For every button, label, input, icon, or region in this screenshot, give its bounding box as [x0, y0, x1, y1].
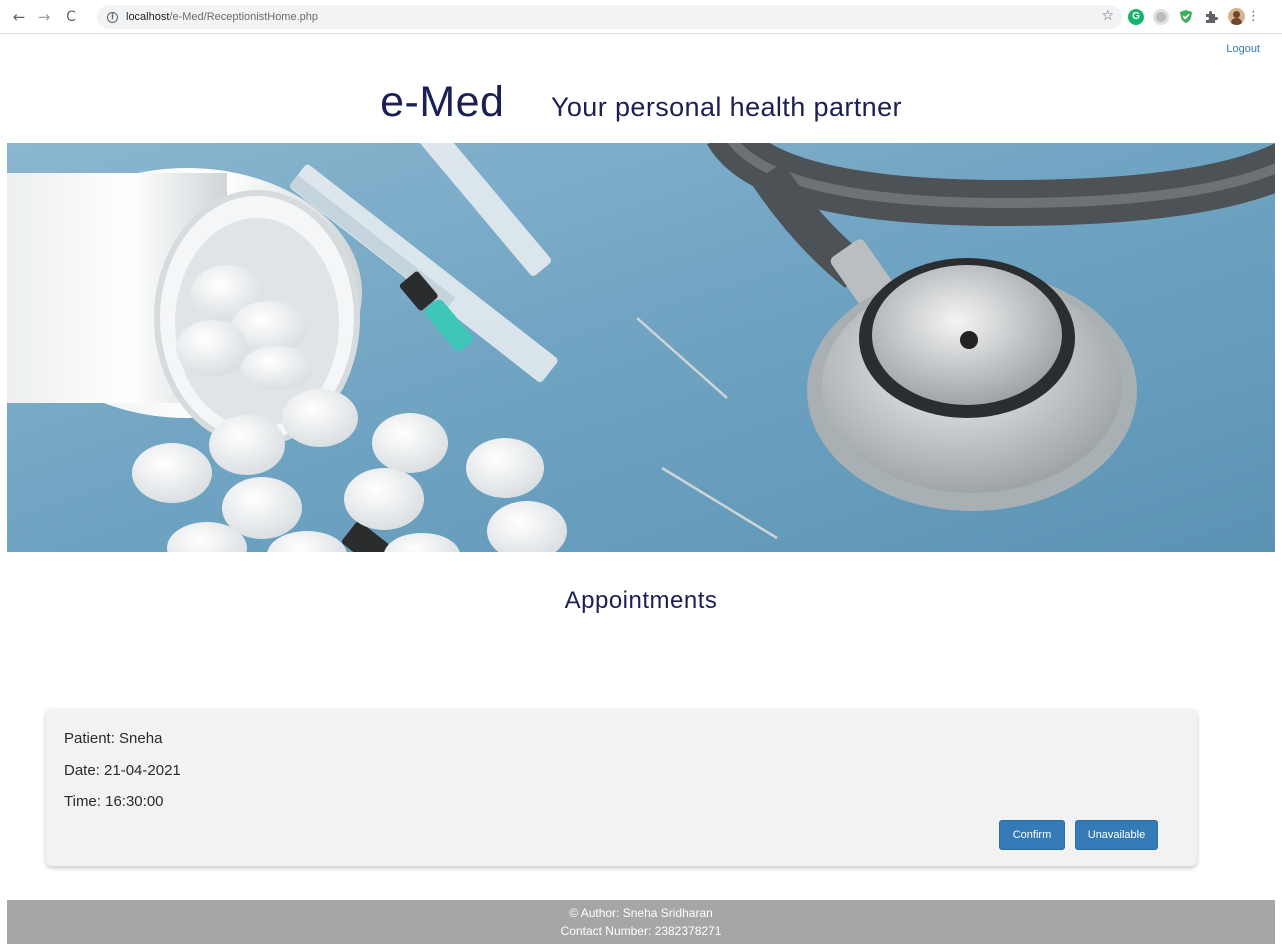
url-path: /e-Med/ReceptionistHome.php [169, 11, 318, 23]
appointment-patient: Patient: Sneha [64, 730, 163, 747]
unavailable-button[interactable]: Unavailable [1075, 820, 1158, 850]
appointment-card: Patient: Sneha Date: 21-04-2021 Time: 16… [46, 709, 1197, 866]
profile-avatar-icon[interactable] [1228, 8, 1245, 25]
back-arrow-icon[interactable]: ← [8, 6, 30, 28]
shield-extension-icon[interactable] [1178, 9, 1194, 25]
appointment-time: Time: 16:30:00 [64, 793, 164, 810]
confirm-button[interactable]: Confirm [999, 820, 1065, 850]
address-bar[interactable]: i localhost/e-Med/ReceptionistHome.php ☆ [97, 5, 1122, 29]
appointment-date: Date: 21-04-2021 [64, 762, 181, 779]
reload-icon[interactable]: C [60, 6, 82, 28]
puzzle-extensions-icon[interactable] [1203, 9, 1219, 25]
forward-arrow-icon[interactable]: → [33, 6, 55, 28]
site-title: e-Med [380, 78, 505, 126]
footer-author: © Author: Sneha Sridharan [569, 906, 713, 920]
site-tagline: Your personal health partner [550, 92, 902, 122]
footer: © Author: Sneha Sridharan Contact Number… [7, 900, 1275, 944]
grey-extension-icon[interactable] [1153, 8, 1169, 25]
browser-toolbar: ← → C i localhost/e-Med/ReceptionistHome… [0, 0, 1282, 34]
url-host: localhost [126, 11, 170, 23]
footer-contact: Contact Number: 2382378271 [560, 924, 722, 938]
logout-link[interactable]: Logout [1226, 43, 1260, 55]
appointments-heading: Appointments [564, 587, 718, 614]
info-icon[interactable]: i [107, 11, 118, 23]
site-header: e-Med Your personal health partner [0, 78, 1282, 134]
bookmark-star-icon[interactable]: ☆ [1101, 8, 1114, 24]
kebab-menu-icon[interactable]: ⋮ [1247, 9, 1260, 24]
hero-medical-image [7, 143, 1275, 552]
grammarly-extension-icon[interactable]: G [1128, 8, 1144, 25]
extension-icons: G ⋮ [1128, 8, 1260, 25]
